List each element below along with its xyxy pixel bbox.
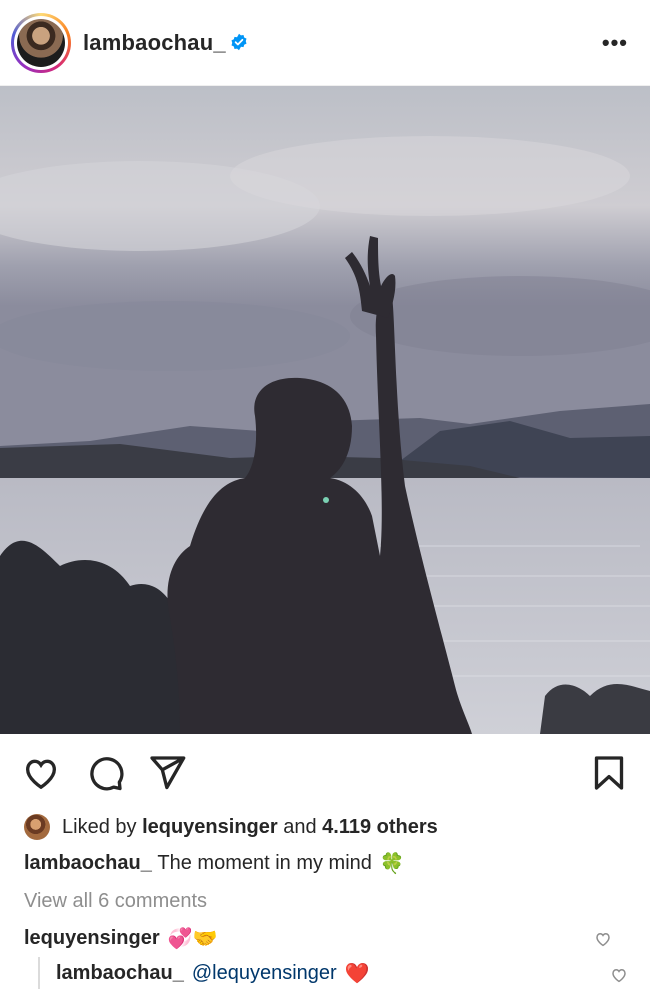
caption-username[interactable]: lambaochau_ xyxy=(24,852,152,875)
bookmark-icon[interactable] xyxy=(589,753,629,793)
reply-username[interactable]: lambaochau_ xyxy=(56,962,184,985)
reply-heart-emoji: ❤️ xyxy=(344,963,370,985)
post-actions xyxy=(0,745,650,805)
liker-username[interactable]: lequyensinger xyxy=(142,816,278,839)
comment-like-heart-icon[interactable] xyxy=(594,930,612,948)
likes-count[interactable]: 4.119 others xyxy=(322,816,438,839)
reply-thread-line xyxy=(38,957,40,989)
comment-bubble-icon[interactable] xyxy=(85,753,125,793)
paper-plane-icon[interactable] xyxy=(147,753,187,793)
liker-avatar[interactable] xyxy=(24,814,50,840)
post-header: lambaochau_ ••• xyxy=(0,0,650,86)
verified-badge-icon xyxy=(231,33,247,51)
comment-text: 💞🤝 xyxy=(167,928,218,950)
post-caption: lambaochau_ The moment in my mind 🍀 xyxy=(24,851,405,876)
comment-username[interactable]: lequyensinger xyxy=(24,927,160,950)
likes-prefix: Liked by xyxy=(62,815,137,838)
more-options-button[interactable]: ••• xyxy=(602,30,628,56)
likes-summary: Liked by lequyensinger and 4.119 others xyxy=(24,812,438,842)
comment-item: lequyensinger 💞🤝 xyxy=(24,926,634,951)
likes-middle: and xyxy=(283,815,317,838)
caption-text: The moment in my mind xyxy=(157,852,372,874)
post-username[interactable]: lambaochau_ xyxy=(83,30,226,56)
reply-mention[interactable]: @lequyensinger xyxy=(192,962,337,985)
post-photo[interactable] xyxy=(0,86,650,734)
reply-item: lambaochau_ @lequyensinger ❤️ xyxy=(56,961,636,986)
heart-outline-icon[interactable] xyxy=(21,753,61,793)
clover-emoji: 🍀 xyxy=(379,853,405,875)
view-all-comments-link[interactable]: View all 6 comments xyxy=(24,890,207,913)
profile-avatar[interactable] xyxy=(11,13,71,73)
silhouette-scene-image xyxy=(0,86,650,734)
reply-like-heart-icon[interactable] xyxy=(610,966,628,984)
